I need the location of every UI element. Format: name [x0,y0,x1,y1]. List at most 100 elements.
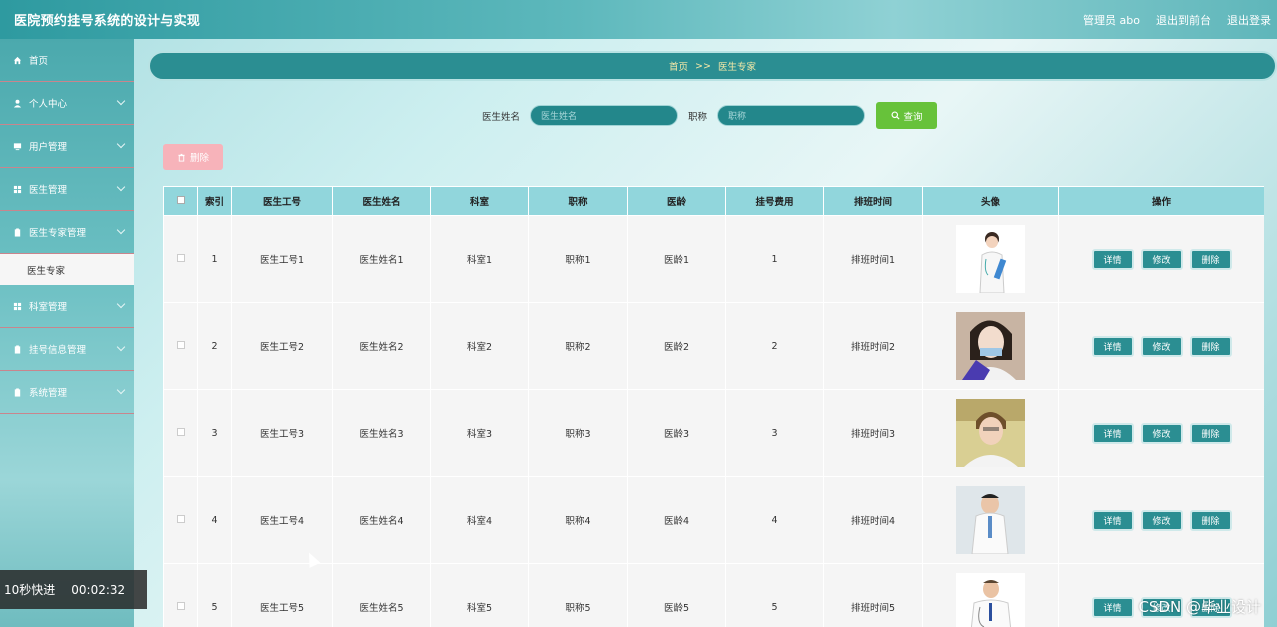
detail-button[interactable]: 详情 [1091,596,1134,618]
delete-button[interactable]: 删除 [1189,422,1232,444]
doctor-id-cell: 医生工号2 [231,302,333,390]
detail-button[interactable]: 详情 [1091,422,1134,444]
doctor-table: 索引 医生工号 医生姓名 科室 职称 医龄 挂号费用 排班时间 头像 操作 1医… [163,186,1264,627]
sidebar-item-label: 医生专家管理 [29,228,87,239]
search-bar: 医生姓名 医生姓名 职称 职称 查询 [482,102,938,129]
sidebar-item-label: 首页 [29,56,49,67]
grid-icon [12,301,22,311]
doctor-title-input[interactable]: 职称 [717,105,866,126]
title-cell: 职称5 [528,563,628,627]
actions-cell: 详情 修改 删除 [1058,215,1264,303]
avatar [956,399,1025,467]
chevron-down-icon [116,342,126,352]
app-title: 医院预约挂号系统的设计与实现 [14,14,201,29]
table-header-row: 索引 医生工号 医生姓名 科室 职称 医龄 挂号费用 排班时间 头像 操作 [163,186,1264,216]
department-cell: 科室5 [430,563,529,627]
avatar [956,573,1025,627]
clipboard-icon [12,387,22,397]
sidebar-item-label: 系统管理 [29,388,68,399]
row-checkbox[interactable] [176,601,185,610]
watermark: CSDN @毕业设计 [1138,598,1261,616]
row-select-cell [163,563,198,627]
sidebar-item-profile[interactable]: 个人中心 [0,82,134,125]
row-checkbox[interactable] [176,427,185,436]
index-cell: 2 [197,302,232,390]
top-bar: 医院预约挂号系统的设计与实现 管理员 abo 退出到前台 退出登录 [0,0,1277,39]
sidebar-item-users[interactable]: 用户管理 [0,125,134,168]
doctor-name-input[interactable]: 医生姓名 [530,105,679,126]
trash-icon [178,153,185,162]
sidebar-item-registrations[interactable]: 挂号信息管理 [0,328,134,371]
index-cell: 1 [197,215,232,303]
index-cell: 4 [197,476,232,564]
delete-button[interactable]: 删除 [1189,248,1232,270]
index-cell: 3 [197,389,232,477]
sidebar-item-label: 科室管理 [29,302,68,313]
schedule-cell: 排班时间3 [823,389,923,477]
breadcrumb-current: 医生专家 [717,62,756,73]
detail-button[interactable]: 详情 [1091,335,1134,357]
sidebar-item-home[interactable]: 首页 [0,39,134,82]
batch-delete-label: 删除 [189,153,209,164]
home-icon [12,55,22,65]
actions-cell: 详情 修改 删除 [1058,302,1264,390]
sidebar-subitem-experts[interactable]: 医生专家 [0,254,134,285]
edit-button[interactable]: 修改 [1140,509,1183,531]
table-row: 4 医生工号4 医生姓名4 科室4 职称4 医龄4 4 排班时间4 详情 修改 删除 [163,476,1264,564]
department-cell: 科室3 [430,389,529,477]
column-header: 职称 [528,186,628,216]
clipboard-icon [12,344,22,354]
schedule-cell: 排班时间4 [823,476,923,564]
breadcrumb-home[interactable]: 首页 [669,59,688,73]
fast-forward-button[interactable]: 10秒快进 [4,581,55,598]
sidebar-item-departments[interactable]: 科室管理 [0,285,134,328]
row-select-cell [163,302,198,390]
column-header: 排班时间 [823,186,923,216]
detail-button[interactable]: 详情 [1091,509,1134,531]
chevron-down-icon [116,299,126,309]
back-to-front-link[interactable]: 退出到前台 [1156,12,1211,28]
chevron-down-icon [116,96,126,106]
edit-button[interactable]: 修改 [1140,335,1183,357]
table-row: 1 医生工号1 医生姓名1 科室1 职称1 医龄1 1 排班时间1 详情 修改 删除 [163,215,1264,303]
actions-cell: 详情 修改 删除 [1058,476,1264,564]
avatar [956,486,1025,554]
sidebar-item-system[interactable]: 系统管理 [0,371,134,414]
logout-link[interactable]: 退出登录 [1227,12,1271,28]
row-checkbox[interactable] [176,253,185,262]
sidebar-item-experts[interactable]: 医生专家管理 [0,211,134,254]
edit-button[interactable]: 修改 [1140,422,1183,444]
column-header: 科室 [430,186,529,216]
delete-button[interactable]: 删除 [1189,509,1232,531]
fee-cell: 5 [725,563,824,627]
fee-cell: 1 [725,215,824,303]
doctor-id-cell: 医生工号1 [231,215,333,303]
column-header: 索引 [197,186,232,216]
doctor-name-cell: 医生姓名5 [332,563,431,627]
select-all-checkbox[interactable] [176,195,185,204]
detail-button[interactable]: 详情 [1091,248,1134,270]
sidebar-item-doctors[interactable]: 医生管理 [0,168,134,211]
delete-button[interactable]: 删除 [1189,335,1232,357]
top-actions: 管理员 abo 退出到前台 退出登录 [1083,12,1271,28]
seniority-cell: 医龄2 [627,302,726,390]
column-header: 挂号费用 [725,186,824,216]
batch-delete-button[interactable]: 删除 [163,144,223,170]
table-row: 3 医生工号3 医生姓名3 科室3 职称3 医龄3 3 排班时间3 详情 修改 删除 [163,389,1264,477]
breadcrumb-separator: >> [695,60,711,72]
breadcrumb: 首页 >> 医生专家 [148,51,1277,81]
doctor-id-cell: 医生工号4 [231,476,333,564]
row-checkbox[interactable] [176,340,185,349]
sidebar-item-label: 个人中心 [29,99,68,110]
edit-button[interactable]: 修改 [1140,248,1183,270]
seniority-cell: 医龄4 [627,476,726,564]
avatar-cell [922,302,1059,390]
query-button[interactable]: 查询 [876,102,938,129]
avatar [956,312,1025,380]
seniority-cell: 医龄5 [627,563,726,627]
video-overlay: 10秒快进 00:02:32 [0,570,147,609]
schedule-cell: 排班时间2 [823,302,923,390]
schedule-cell: 排班时间1 [823,215,923,303]
column-header: 操作 [1058,186,1264,216]
row-checkbox[interactable] [176,514,185,523]
